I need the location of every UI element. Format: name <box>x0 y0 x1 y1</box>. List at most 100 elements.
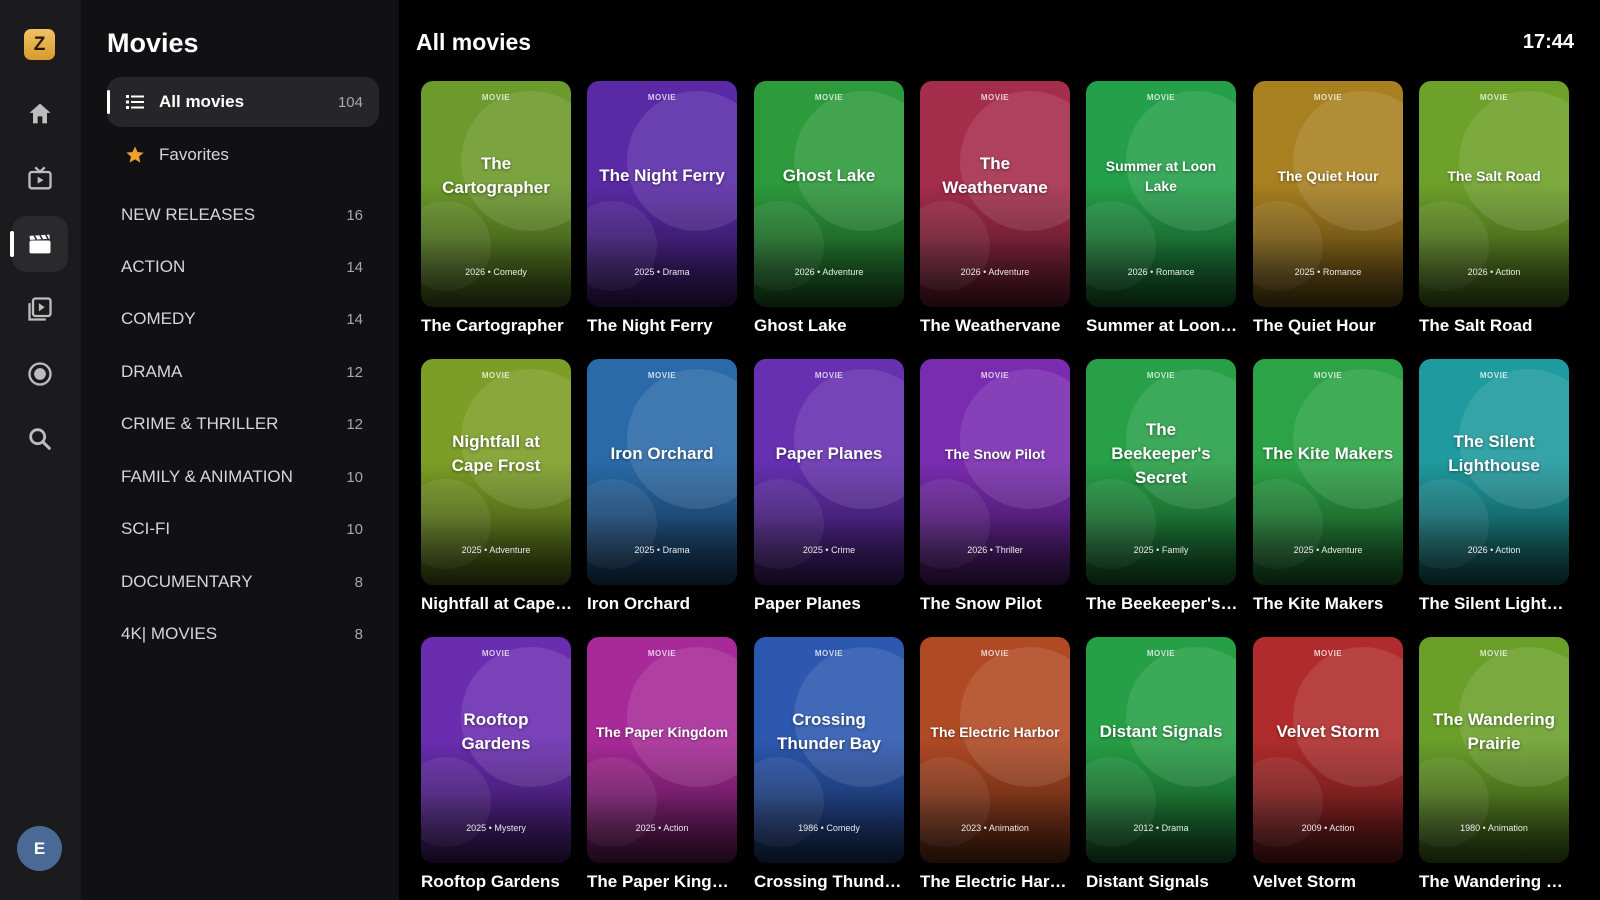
category-crime-thriller[interactable]: CRIME & THRILLER 12 <box>107 399 379 449</box>
movie-poster: MOVIE Iron Orchard 2025 • Drama <box>587 359 737 585</box>
movie-poster: MOVIE Velvet Storm 2009 • Action <box>1253 637 1403 863</box>
category-drama[interactable]: DRAMA 12 <box>107 347 379 397</box>
movie-title: Velvet Storm <box>1253 872 1356 891</box>
category-new-releases[interactable]: NEW RELEASES 16 <box>107 190 379 240</box>
poster-meta: 2026 • Comedy <box>465 267 527 277</box>
section-title: All movies <box>416 29 532 55</box>
rail-live-tv-button[interactable] <box>12 151 68 207</box>
poster-meta: 2025 • Mystery <box>466 823 526 833</box>
category-panel: Movies All movies 104 Favorites NEW RELE… <box>81 0 399 900</box>
poster-meta: 2023 • Animation <box>961 823 1029 833</box>
movie-card[interactable]: MOVIE The Wandering Prairie 1980 • Animati… <box>1419 637 1571 892</box>
poster-title: Iron Orchard <box>610 444 714 463</box>
movie-card[interactable]: MOVIE The Salt Road 2026 • Action The Salt … <box>1419 81 1569 336</box>
movie-card[interactable]: MOVIE The Kite Makers 2025 • Adventure The … <box>1253 359 1403 614</box>
movie-title: The Quiet Hour <box>1253 316 1376 335</box>
poster-type-tag: MOVIE <box>1146 371 1176 380</box>
movie-poster: MOVIE Summer at Loon Lake 2026 • Romance <box>1086 81 1236 307</box>
poster-type-tag: MOVIE <box>1313 649 1343 658</box>
live-tv-icon <box>28 166 52 190</box>
user-avatar[interactable]: E <box>17 826 62 871</box>
movie-title: Summer at Loon ... <box>1086 316 1238 335</box>
movie-card[interactable]: MOVIE Distant Signals 2012 • Drama Distant … <box>1086 637 1236 892</box>
movie-card[interactable]: MOVIE Iron Orchard 2025 • Drama Iron Orchar… <box>587 359 737 614</box>
rail-series-button[interactable] <box>12 281 68 337</box>
movie-title: The Weathervane <box>920 316 1061 335</box>
movie-card[interactable]: MOVIE The Quiet Hour 2025 • Romance The Qui… <box>1253 81 1403 336</box>
category-count: 12 <box>346 363 363 381</box>
movie-poster: MOVIE Distant Signals 2012 • Drama <box>1086 637 1236 863</box>
movie-poster: MOVIE The Quiet Hour 2025 • Romance <box>1253 81 1403 307</box>
movie-card[interactable]: MOVIE Velvet Storm 2009 • Action Velvet Sto… <box>1253 637 1403 892</box>
category-4k-movies[interactable]: 4K| MOVIES 8 <box>107 609 379 659</box>
category-family-animation[interactable]: FAMILY & ANIMATION 10 <box>107 452 379 502</box>
navigation-rail: Z E <box>0 0 81 900</box>
movie-title: The Snow Pilot <box>920 594 1042 613</box>
list-icon <box>126 95 144 109</box>
movie-card[interactable]: MOVIE The Silent Lighthouse 2026 • Action T… <box>1419 359 1571 614</box>
movie-title: Paper Planes <box>754 594 861 613</box>
movie-card[interactable]: MOVIE Paper Planes 2025 • Crime Paper Plane… <box>754 359 904 614</box>
category-documentary[interactable]: DOCUMENTARY 8 <box>107 557 379 607</box>
poster-type-tag: MOVIE <box>1313 371 1343 380</box>
movie-poster: MOVIE The Silent Lighthouse 2026 • Action <box>1419 359 1569 585</box>
poster-type-tag: MOVIE <box>1479 371 1509 380</box>
rail-home-button[interactable] <box>12 86 68 142</box>
poster-title: The Cartographer <box>442 154 550 197</box>
poster-meta: 2012 • Drama <box>1133 823 1189 833</box>
category-favorites[interactable]: Favorites <box>107 130 379 180</box>
poster-meta: 1986 • Comedy <box>798 823 860 833</box>
rail-movies-button[interactable] <box>10 216 68 272</box>
category-count: 8 <box>354 573 363 591</box>
category-label: Favorites <box>159 145 229 164</box>
poster-meta: 2025 • Action <box>635 823 689 833</box>
movie-title: Iron Orchard <box>587 594 690 613</box>
movie-card[interactable]: MOVIE Crossing Thunder Bay 1986 • Comedy Cr… <box>754 637 906 892</box>
poster-title: Summer at Loon Lake <box>1105 158 1217 194</box>
movie-card[interactable]: MOVIE Nightfall at Cape Frost 2025 • Adven… <box>421 359 573 614</box>
poster-type-tag: MOVIE <box>814 649 844 658</box>
category-all-movies[interactable]: All movies 104 <box>107 77 379 127</box>
poster-type-tag: MOVIE <box>814 93 844 102</box>
poster-meta: 1980 • Animation <box>1460 823 1528 833</box>
poster-title: Paper Planes <box>775 444 883 463</box>
category-action[interactable]: ACTION 14 <box>107 242 379 292</box>
category-count: 104 <box>337 93 363 111</box>
poster-meta: 2026 • Romance <box>1127 267 1195 277</box>
movie-poster: MOVIE The Weathervane 2026 • Adventure <box>920 81 1070 307</box>
category-count: 14 <box>346 310 363 328</box>
movie-card[interactable]: MOVIE The Snow Pilot 2026 • Thriller The Sn… <box>920 359 1070 614</box>
poster-meta: 2025 • Adventure <box>461 545 531 555</box>
movie-card[interactable]: MOVIE The Electric Harbor 2023 • Animation… <box>920 637 1072 892</box>
movie-card[interactable]: MOVIE The Paper Kingdom 2025 • Action The P… <box>587 637 739 892</box>
movie-card[interactable]: MOVIE Rooftop Gardens 2025 • Mystery Roofto… <box>421 637 571 892</box>
poster-type-tag: MOVIE <box>814 371 844 380</box>
category-label: All movies <box>159 92 245 111</box>
poster-title: Ghost Lake <box>782 166 876 185</box>
poster-title: The Paper Kingdom <box>595 724 729 740</box>
poster-title: The Weathervane <box>942 154 1048 197</box>
category-label: NEW RELEASES <box>121 205 256 224</box>
movie-poster: MOVIE The Night Ferry 2025 • Drama <box>587 81 737 307</box>
poster-meta: 2025 • Crime <box>802 545 856 555</box>
movie-card[interactable]: MOVIE The Beekeeper's Secret 2025 • Family… <box>1086 359 1238 614</box>
movie-card[interactable]: MOVIE The Weathervane 2026 • Adventure The … <box>920 81 1070 336</box>
category-count: 16 <box>346 206 363 224</box>
poster-meta: 2025 • Drama <box>634 267 690 277</box>
movie-poster: MOVIE The Cartographer 2026 • Comedy <box>421 81 571 307</box>
app-logo: Z <box>24 29 55 60</box>
movie-card[interactable]: MOVIE Summer at Loon Lake 2026 • Romance Su… <box>1086 81 1238 336</box>
category-comedy[interactable]: COMEDY 14 <box>107 294 379 344</box>
poster-title: Rooftop Gardens <box>461 710 531 753</box>
movie-card[interactable]: MOVIE The Cartographer 2026 • Comedy The Ca… <box>421 81 571 336</box>
movie-title: The Night Ferry <box>587 316 713 335</box>
movie-title: The Electric Harbor <box>920 872 1072 891</box>
movie-card[interactable]: MOVIE The Night Ferry 2025 • Drama The Nigh… <box>587 81 737 336</box>
poster-title: The Salt Road <box>1447 168 1541 184</box>
movie-card[interactable]: MOVIE Ghost Lake 2026 • Adventure Ghost Lak… <box>754 81 904 336</box>
category-sci-fi[interactable]: SCI-FI 10 <box>107 504 379 554</box>
rail-recordings-button[interactable] <box>12 346 68 402</box>
movie-title: The Kite Makers <box>1253 594 1384 613</box>
rail-search-button[interactable] <box>12 411 68 467</box>
movie-title: The Salt Road <box>1419 316 1533 335</box>
